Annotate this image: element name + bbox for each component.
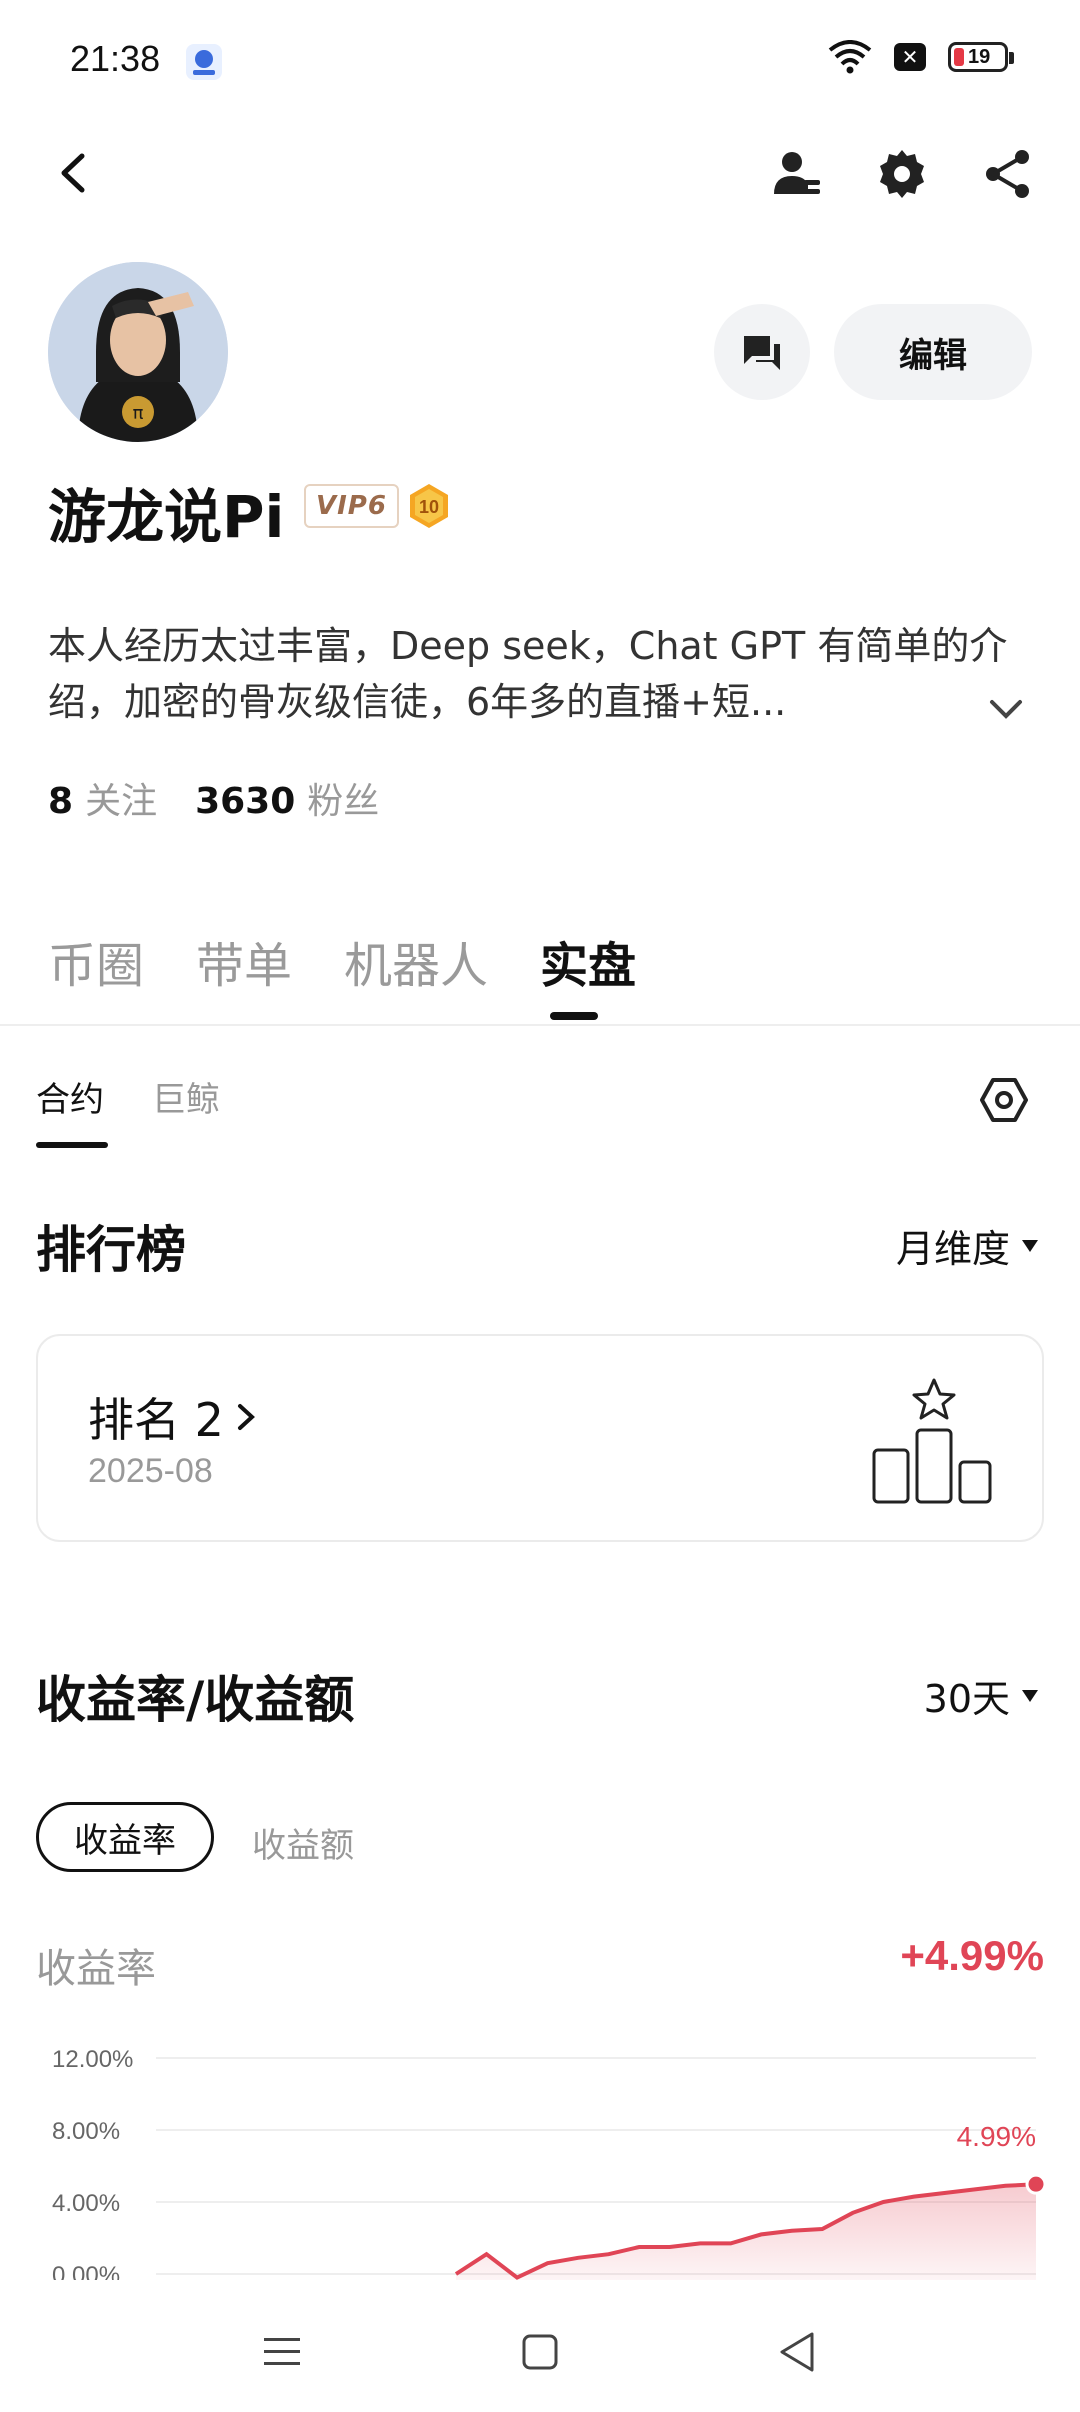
chevron-right-icon	[237, 1404, 255, 1430]
message-button[interactable]	[714, 304, 810, 400]
subtab-contract[interactable]: 合约	[36, 1072, 104, 1121]
following-label[interactable]: 关注	[85, 772, 157, 824]
main-tabs: 币圈 带单 机器人 实盘	[48, 926, 636, 996]
chat-icon	[744, 336, 780, 370]
active-subtab-indicator	[36, 1142, 108, 1148]
sub-tabs: 合约 巨鲸	[36, 1072, 220, 1121]
caret-down-icon	[1022, 1239, 1038, 1252]
returns-period-dropdown[interactable]: 30天	[924, 1668, 1038, 1723]
back-nav-icon[interactable]	[776, 2330, 818, 2374]
metric-label: 收益率	[36, 1946, 156, 1992]
y-tick-label: 4.00%	[52, 2190, 120, 2217]
menu-icon[interactable]	[262, 2332, 302, 2372]
battery-icon: 19	[948, 42, 1014, 72]
pill-return-rate[interactable]: 收益率	[36, 1802, 214, 1872]
tab-copy-trading[interactable]: 带单	[196, 926, 292, 996]
tab-bot[interactable]: 机器人	[344, 926, 488, 996]
y-tick-label: 8.00%	[52, 2118, 120, 2145]
end-value-label: 4.99%	[957, 2121, 1036, 2152]
profile-bio[interactable]: 本人经历太过丰富，Deep seek，Chat GPT 有简单的介绍，加密的骨灰…	[48, 618, 1008, 730]
rank-date: 2025-08	[88, 1452, 213, 1490]
followers-label[interactable]: 粉丝	[307, 772, 379, 824]
back-icon[interactable]	[52, 150, 98, 196]
ranking-period-dropdown[interactable]: 月维度	[896, 1218, 1038, 1273]
notification-x-icon: ✕	[894, 43, 926, 71]
system-nav-bar	[0, 2290, 1080, 2412]
tab-coin-circle[interactable]: 币圈	[48, 926, 144, 996]
returns-period-label: 30天	[923, 1677, 1010, 1721]
returns-title: 收益率/收益额	[36, 1671, 355, 1729]
share-icon[interactable]	[982, 148, 1034, 200]
battery-level: 19	[968, 45, 991, 68]
edit-profile-button[interactable]: 编辑	[834, 304, 1032, 400]
rank-label: 排名 2	[88, 1384, 258, 1450]
active-tab-indicator	[550, 1012, 598, 1020]
followers-count[interactable]: 3630	[195, 781, 295, 822]
wifi-icon	[828, 40, 872, 74]
y-tick-label: 0.00%	[52, 2262, 120, 2280]
y-tick-label: 12.00%	[52, 2046, 133, 2073]
podium-icon	[864, 1378, 1004, 1508]
caret-down-icon	[1022, 1689, 1038, 1702]
rank-text: 排名 2	[88, 1393, 224, 1447]
expand-bio-chevron-icon[interactable]	[986, 690, 1026, 730]
level-badge: 10	[406, 482, 452, 530]
status-icons: ✕ 19	[828, 40, 1014, 74]
app-notification-icon	[186, 44, 222, 80]
level-badge-text: 10	[419, 497, 439, 517]
home-icon[interactable]	[520, 2332, 560, 2372]
status-time: 21:38	[70, 38, 161, 79]
avatar[interactable]: π	[48, 262, 228, 442]
vip-badge: VIP6	[304, 484, 399, 528]
svg-text:π: π	[133, 403, 144, 424]
return-rate-chart[interactable]: 12.00% 8.00% 4.00% 0.00% 4.99%	[36, 2030, 1044, 2280]
pill-return-amount[interactable]: 收益额	[252, 1818, 354, 1867]
end-point	[1025, 2173, 1044, 2195]
following-count[interactable]: 8	[48, 781, 73, 822]
metric-value: +4.99%	[900, 1932, 1044, 1979]
follow-stats: 8 关注 3630 粉丝	[48, 772, 417, 824]
filter-hexagon-icon[interactable]	[978, 1074, 1030, 1126]
ranking-title: 排行榜	[36, 1221, 186, 1279]
user-manage-icon[interactable]	[770, 148, 822, 200]
settings-icon[interactable]	[876, 148, 928, 200]
profile-name: 游龙说Pi	[48, 483, 285, 551]
rank-card[interactable]: 排名 2 2025-08	[36, 1334, 1044, 1542]
tab-live-trading[interactable]: 实盘	[540, 926, 636, 996]
chart-svg: 12.00% 8.00% 4.00% 0.00% 4.99%	[52, 2046, 1044, 2280]
divider	[0, 1024, 1080, 1026]
subtab-whale[interactable]: 巨鲸	[152, 1072, 220, 1121]
ranking-period-label: 月维度	[895, 1227, 1010, 1271]
